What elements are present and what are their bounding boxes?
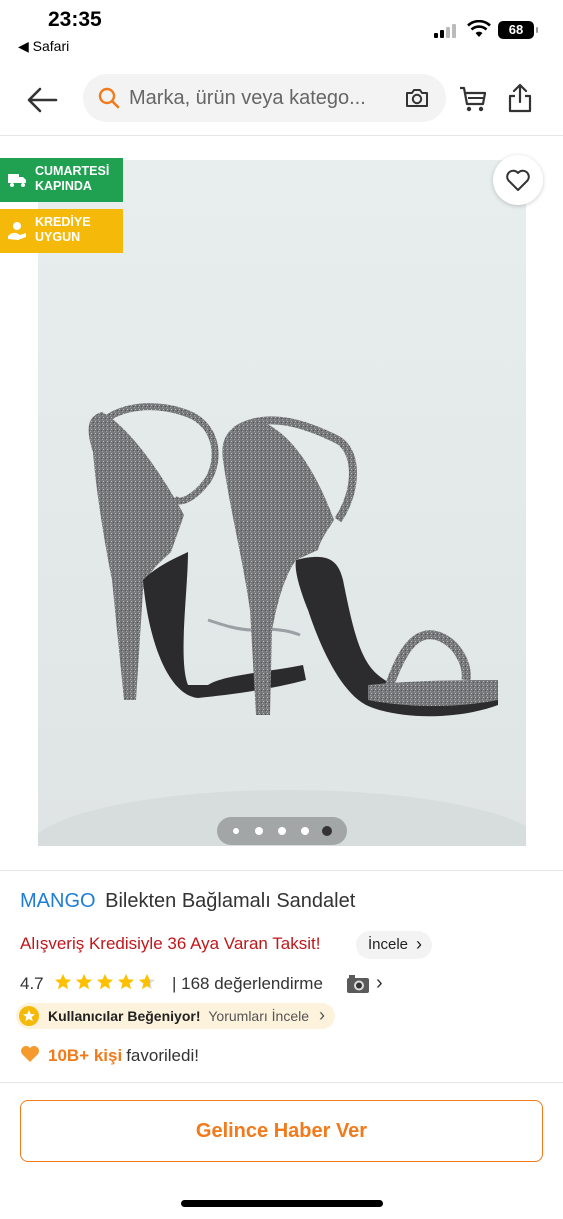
sandal-illustration (38, 160, 526, 846)
cellular-signal-icon (434, 24, 460, 38)
search-input[interactable]: Marka, ürün veya katego... (129, 74, 399, 122)
battery-icon: 68 (498, 21, 538, 39)
brand-link[interactable]: MANGO (20, 890, 96, 912)
camera-search-icon[interactable] (404, 86, 430, 110)
home-indicator[interactable] (181, 1200, 383, 1207)
pagination-dot[interactable] (301, 827, 309, 835)
pagination-dot-active[interactable] (322, 826, 332, 836)
star-icon (96, 973, 114, 990)
chevron-right-icon: › (376, 972, 383, 994)
review-count[interactable]: | 168 değerlendirme (172, 974, 323, 994)
favorite-count: 10B+ kişi (48, 1046, 123, 1065)
wifi-icon (467, 20, 491, 37)
users-liked-label: Kullanıcılar Beğeniyor! (48, 1008, 201, 1024)
share-icon[interactable] (506, 82, 534, 114)
star-icon (117, 973, 135, 990)
back-to-safari-link[interactable]: ◀ Safari (18, 38, 69, 55)
star-icon (54, 973, 72, 990)
truck-icon (8, 174, 26, 187)
credit-badge: KREDİYE UYGUN (0, 209, 123, 253)
favorite-button[interactable] (493, 155, 543, 205)
product-name: Bilekten Bağlamalı Sandalet (105, 890, 356, 912)
product-image[interactable] (38, 160, 526, 846)
users-liked-banner[interactable]: Kullanıcılar Beğeniyor! Yorumları İncele (16, 1002, 336, 1029)
star-icon (75, 973, 93, 990)
star-badge-icon (19, 1006, 39, 1026)
favorite-text: favoriledi! (126, 1046, 199, 1065)
reviews-link[interactable]: Yorumları İncele (208, 1008, 309, 1024)
favorite-count-line: 10B+ kişi favoriledi! (20, 1045, 199, 1066)
search-bar[interactable]: Marka, ürün veya katego... (83, 74, 446, 122)
top-nav: Marka, ürün veya katego... (0, 62, 563, 136)
orange-heart-icon (21, 1046, 39, 1062)
pagination-dot[interactable] (233, 828, 239, 834)
delivery-badge: CUMARTESİ KAPINDA (0, 158, 123, 202)
pagination-dot[interactable] (278, 827, 286, 835)
heart-outline-icon (506, 169, 530, 191)
back-arrow-icon[interactable] (22, 80, 62, 120)
divider (0, 870, 563, 871)
delivery-badge-text: CUMARTESİ KAPINDA (35, 164, 110, 193)
hand-coin-icon (8, 222, 26, 240)
notify-when-available-button[interactable]: Gelince Haber Ver (20, 1100, 543, 1162)
image-pagination-dots[interactable] (217, 817, 347, 845)
rating-score: 4.7 (20, 974, 44, 993)
rating-stars (54, 973, 159, 996)
credit-badge-text: KREDİYE UYGUN (35, 215, 91, 244)
star-icon-partial (138, 973, 156, 990)
cart-icon[interactable] (458, 84, 488, 114)
photo-camera-icon (347, 975, 369, 993)
product-title: MANGO Bilekten Bağlamalı Sandalet (20, 890, 355, 913)
status-time: 23:35 (48, 8, 102, 31)
divider (0, 1082, 563, 1083)
pagination-dot[interactable] (255, 827, 263, 835)
status-bar: 23:35 ◀ Safari 68 (0, 0, 563, 60)
promo-inspect-button[interactable]: İncele (356, 930, 433, 959)
search-icon (98, 87, 120, 109)
credit-promo-text: Alışveriş Kredisiyle 36 Aya Varan Taksit… (20, 934, 321, 953)
